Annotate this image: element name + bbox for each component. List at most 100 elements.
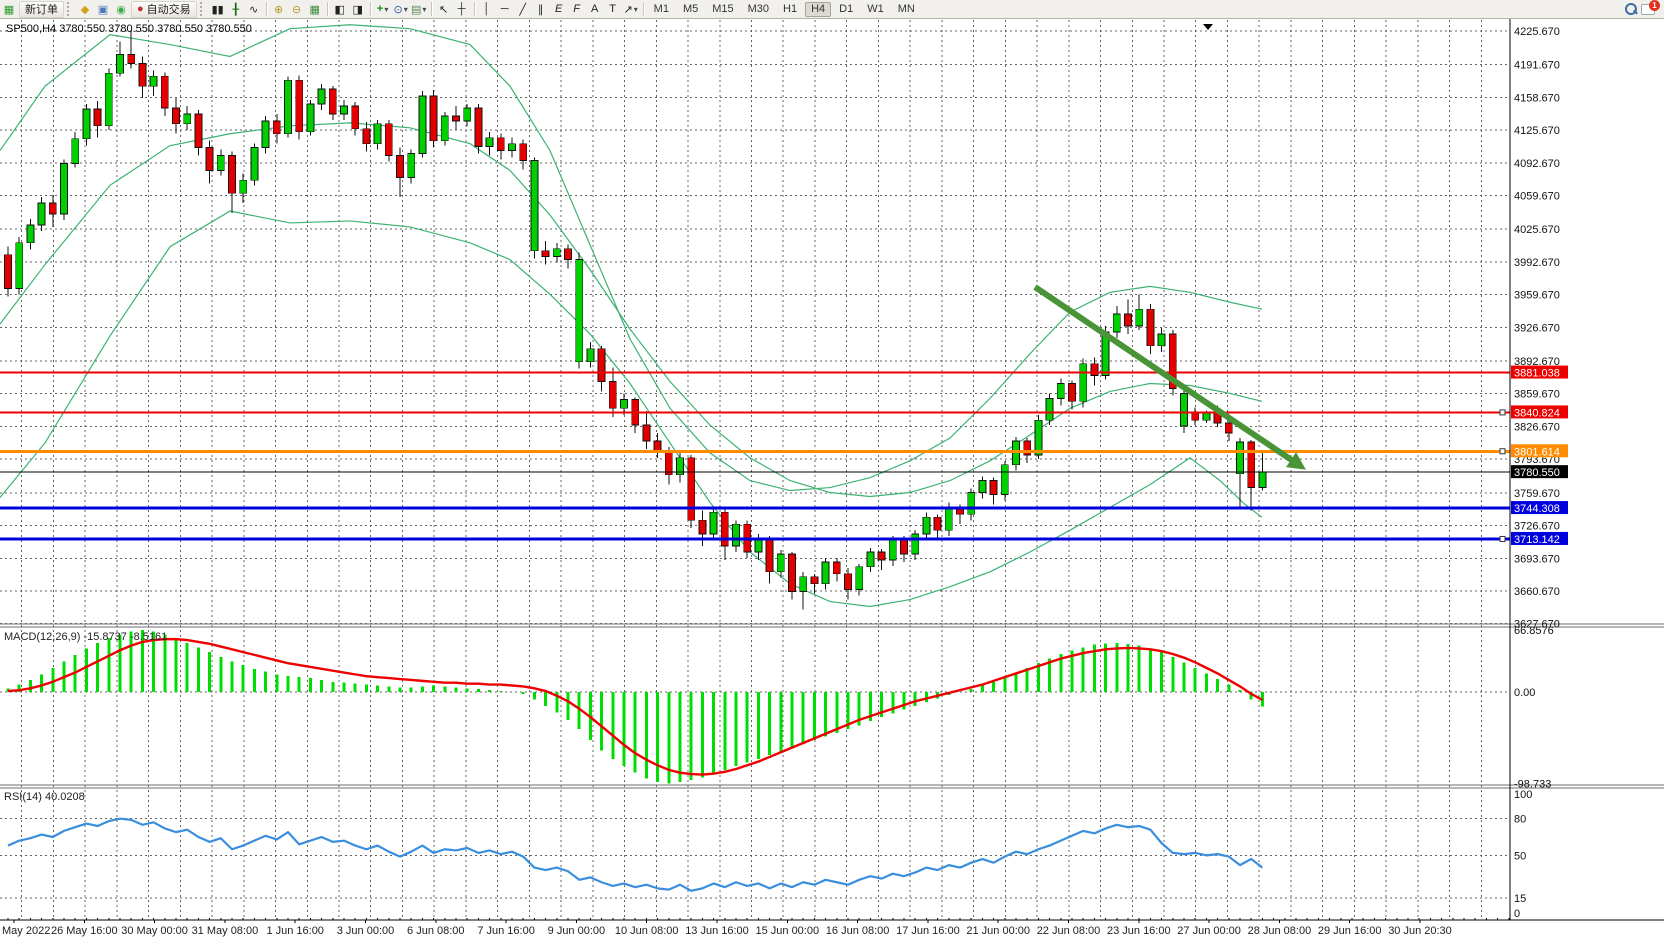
candle-body (341, 106, 348, 114)
shapes-tool-icon[interactable]: F (569, 2, 585, 17)
candle-body (217, 156, 224, 171)
zoom-in-icon[interactable]: ⊕ (271, 2, 287, 17)
templates-icon[interactable]: ▤▾ (411, 2, 427, 17)
channel-tool-icon[interactable]: ∥ (533, 2, 549, 17)
timeframe-D1[interactable]: D1 (833, 2, 859, 17)
candle-body (464, 108, 471, 121)
price-tag-label: 3881.038 (1514, 368, 1560, 380)
time-axis-label: 30 May 00:00 (121, 925, 188, 937)
timeframe-H4[interactable]: H4 (805, 2, 831, 17)
time-axis-label: 31 May 08:00 (192, 925, 259, 937)
arrange-charts-icon[interactable]: ◧ (332, 2, 348, 17)
candle-body (240, 180, 247, 193)
price-tag-label: 3840.824 (1514, 407, 1560, 419)
candle-body (38, 203, 45, 225)
time-axis[interactable]: May 202226 May 16:0030 May 00:0031 May 0… (2, 918, 1509, 937)
price-tag-label: 3780.550 (1514, 467, 1560, 479)
timeframe-W1[interactable]: W1 (861, 2, 890, 17)
candle-body (1259, 472, 1266, 488)
candle-body (968, 493, 975, 515)
level-handle[interactable] (1500, 536, 1505, 541)
candle-body (733, 524, 740, 546)
candle-body (27, 225, 34, 243)
candle-body (1181, 393, 1188, 426)
text-tool-icon[interactable]: A (587, 2, 603, 17)
candle-body (1248, 442, 1255, 488)
chart-shift-marker[interactable] (1203, 24, 1213, 30)
timeframe-M15[interactable]: M15 (706, 2, 739, 17)
periods-icon[interactable]: ⊙▾ (393, 2, 409, 17)
line-chart-icon[interactable]: ∿ (246, 2, 262, 17)
zoom-out-icon[interactable]: ⊖ (289, 2, 305, 17)
candle-body (105, 73, 112, 126)
candle-body (654, 441, 661, 451)
vertical-line-tool-icon[interactable]: │ (479, 2, 495, 17)
candle-body (777, 554, 784, 572)
timeframe-M5[interactable]: M5 (677, 2, 704, 17)
level-handle[interactable] (1500, 410, 1505, 415)
candle-body (1080, 364, 1087, 402)
candle-body (990, 481, 997, 495)
candle-body (923, 517, 930, 534)
trend-arrow-shaft[interactable] (1035, 287, 1296, 463)
time-axis-label: 17 Jun 16:00 (896, 925, 960, 937)
toolbar-separator (643, 2, 644, 16)
trendline-tool-icon[interactable]: ╱ (515, 2, 531, 17)
chart-window[interactable]: SP500,H4 3780.550 3780.550 3780.550 3780… (0, 18, 1664, 943)
candle-body (587, 349, 594, 362)
arrange-charts-alt-icon[interactable]: ◨ (350, 2, 366, 17)
candle-body (665, 451, 672, 475)
terminal-icon[interactable]: ▣ (95, 2, 111, 17)
signal-icon[interactable]: ◉ (113, 2, 129, 17)
new-order-button[interactable]: 新订单 (19, 1, 64, 18)
candle-body (408, 154, 415, 178)
timeframe-M30[interactable]: M30 (742, 2, 775, 17)
horizontal-line-tool-icon[interactable]: ─ (497, 2, 513, 17)
bar-chart-icon[interactable]: ▮▮ (210, 2, 226, 17)
toolbar-separator (370, 2, 371, 16)
price-axis-label: 4092.670 (1514, 158, 1560, 170)
crosshair-tool-icon[interactable]: ┼ (454, 2, 470, 17)
time-axis-label: 1 Jun 16:00 (266, 925, 324, 937)
rsi-indicator-label: RSI(14) 40.0208 (4, 791, 85, 803)
cursor-tool-icon[interactable]: ↖ (436, 2, 452, 17)
price-axis[interactable]: 4225.6704191.6704158.6704125.6704092.670… (1511, 26, 1568, 920)
candle-body (766, 539, 773, 572)
candles (5, 32, 1266, 610)
price-axis-label: 3859.670 (1514, 389, 1560, 401)
candle-body (721, 512, 728, 546)
timeframe-MN[interactable]: MN (892, 2, 921, 17)
level-handle[interactable] (1500, 449, 1505, 454)
price-axis-label: 3726.670 (1514, 521, 1560, 533)
time-axis-label: 10 Jun 08:00 (615, 925, 679, 937)
candle-body (867, 552, 874, 567)
price-axis-label: 4225.670 (1514, 26, 1560, 38)
candle-body (430, 96, 437, 141)
pane-borders (0, 18, 1664, 920)
price-axis-label: 4059.670 (1514, 191, 1560, 203)
candle-body (520, 144, 527, 161)
text-label-tool-icon[interactable]: T (605, 2, 621, 17)
candlestick-chart-icon[interactable]: ╂ (228, 2, 244, 17)
timeframe-M1[interactable]: M1 (648, 2, 675, 17)
bollinger-upper (0, 25, 1262, 491)
fibonacci-tool-icon[interactable]: E (551, 2, 567, 17)
toolbar-grip (200, 2, 207, 16)
timeframe-H1[interactable]: H1 (777, 2, 803, 17)
add-indicator-icon[interactable]: +▾ (375, 2, 391, 17)
candle-body (139, 63, 146, 86)
profiles-icon[interactable]: ◆ (77, 2, 93, 17)
autotrade-button[interactable]: ● 自动交易 (131, 1, 197, 18)
search-icon[interactable] (1623, 2, 1639, 17)
price-axis-label: 3660.670 (1514, 586, 1560, 598)
candle-body (229, 156, 236, 194)
candle-body (72, 139, 79, 164)
candle-body (49, 203, 56, 214)
tile-windows-icon[interactable]: ▦ (307, 2, 323, 17)
price-tag-label: 3744.308 (1514, 503, 1560, 515)
notifications-icon[interactable]: 1 (1641, 2, 1657, 16)
price-tag-label: 3801.614 (1514, 446, 1560, 458)
chart-canvas[interactable]: SP500,H4 3780.550 3780.550 3780.550 3780… (0, 18, 1664, 938)
candle-body (565, 249, 572, 260)
arrows-tool-icon[interactable]: ↗▾ (623, 2, 639, 17)
